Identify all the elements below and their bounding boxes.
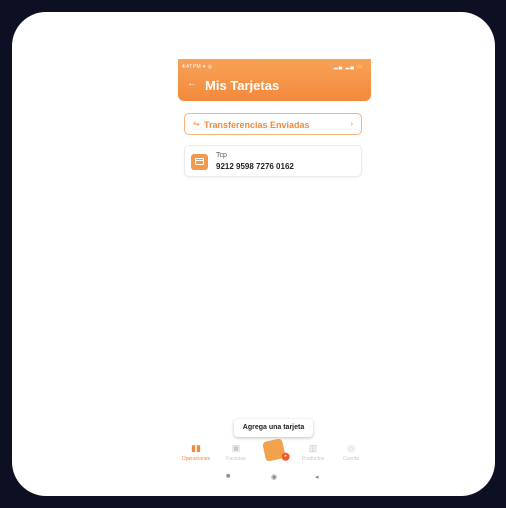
- nav-item-productos[interactable]: ▥ Productos: [295, 443, 331, 462]
- card-list-item[interactable]: Tcp 9212 9598 7276 0162: [184, 145, 362, 177]
- card-number: 9212 9598 7276 0162: [216, 162, 294, 171]
- book-icon: ▮▮: [191, 443, 201, 453]
- account-icon: ◎: [347, 443, 355, 453]
- back-arrow-icon[interactable]: ←: [187, 78, 197, 89]
- transfer-icon: ⇋: [193, 119, 200, 128]
- recent-apps-icon[interactable]: ■: [226, 473, 230, 480]
- center-action-button[interactable]: +: [262, 438, 291, 462]
- page-title: Mis Tarjetas: [205, 78, 280, 93]
- status-icons: ▂▄ ▂▄ ▭: [333, 64, 363, 70]
- invoice-icon: ▣: [231, 443, 241, 453]
- nav-label-cuenta: Cuenta: [342, 456, 360, 462]
- chevron-right-icon: ›: [350, 119, 353, 128]
- nav-item-facturas[interactable]: ▣ Facturas: [218, 443, 254, 462]
- nav-label-facturas: Facturas: [226, 456, 246, 462]
- products-icon: ▥: [308, 443, 318, 453]
- card-type: Tcp: [216, 152, 227, 159]
- sent-transfers-label: Transferencias Enviadas: [204, 120, 310, 130]
- screenshot-frame: 4:47 PM ✦ ◎ ▂▄ ▂▄ ▭ ← Mis Tarjetas ⇋ Tra…: [12, 12, 495, 496]
- add-card-button[interactable]: Agrega una tarjeta: [234, 419, 313, 437]
- nav-label-productos: Productos: [301, 456, 325, 462]
- home-icon[interactable]: ◉: [271, 473, 277, 481]
- nav-item-operaciones[interactable]: ▮▮ Operaciones: [178, 443, 214, 462]
- nav-label-operaciones: Operaciones: [181, 456, 211, 462]
- sent-transfers-button[interactable]: ⇋ Transferencias Enviadas ›: [184, 113, 362, 135]
- system-back-icon[interactable]: ◂: [315, 473, 319, 481]
- status-bar: 4:47 PM ✦ ◎ ▂▄ ▂▄ ▭: [182, 62, 367, 72]
- status-time: 4:47 PM ✦ ◎: [182, 64, 212, 70]
- credit-card-icon: [191, 154, 208, 170]
- system-nav-bar: ■ ◉ ◂: [178, 471, 371, 485]
- nav-item-cuenta[interactable]: ◎ Cuenta: [333, 443, 369, 462]
- phone-screen: 4:47 PM ✦ ◎ ▂▄ ▂▄ ▭ ← Mis Tarjetas ⇋ Tra…: [178, 59, 371, 491]
- app-header: 4:47 PM ✦ ◎ ▂▄ ▂▄ ▭ ← Mis Tarjetas: [178, 59, 371, 101]
